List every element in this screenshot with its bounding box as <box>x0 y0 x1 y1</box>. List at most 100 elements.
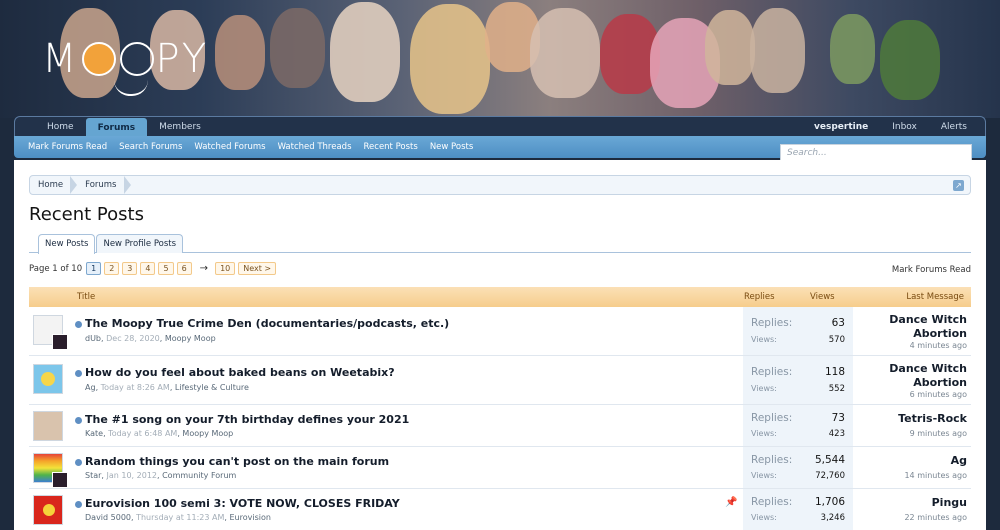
thread-author[interactable]: David 5000 <box>85 513 131 522</box>
watched-threads-link[interactable]: Watched Threads <box>272 142 358 152</box>
thread-forum[interactable]: Community Forum <box>162 471 236 480</box>
column-views[interactable]: Views <box>810 292 836 302</box>
thread-author[interactable]: Kate <box>85 429 103 438</box>
flower-icon <box>43 504 55 516</box>
thread-date: Thursday at 11:23 AM <box>136 513 225 522</box>
thread-title[interactable]: How do you feel about baked beans on Wee… <box>85 366 395 379</box>
avatar[interactable] <box>33 364 63 394</box>
table-row: Random things you can't post on the main… <box>29 447 971 489</box>
thread-title[interactable]: The Moopy True Crime Den (documentaries/… <box>85 317 449 330</box>
tab-forums[interactable]: Forums <box>85 118 148 136</box>
thread-author[interactable]: dUb <box>85 334 101 343</box>
breadcrumb-home[interactable]: Home <box>30 176 78 194</box>
tab-members[interactable]: Members <box>147 117 213 136</box>
watched-forums-link[interactable]: Watched Forums <box>188 142 271 152</box>
thread-stats: Replies: 5,544 Views: 72,760 <box>743 447 853 488</box>
replies-label: Replies: <box>751 496 793 508</box>
search-forums-link[interactable]: Search Forums <box>113 142 188 152</box>
table-header: Title Replies Views Last Message <box>29 287 971 307</box>
thread-date: Today at 8:26 AM <box>100 383 170 392</box>
views-count: 570 <box>828 335 845 345</box>
unread-dot-icon <box>75 370 82 377</box>
banner-photo <box>215 15 265 90</box>
page-link[interactable]: 4 <box>140 262 156 275</box>
mark-forums-read-link[interactable]: Mark Forums Read <box>22 142 113 152</box>
last-post-time[interactable]: 14 minutes ago <box>904 471 967 480</box>
recent-posts-link[interactable]: Recent Posts <box>358 142 424 152</box>
last-post-time[interactable]: 4 minutes ago <box>910 341 967 350</box>
avatar[interactable] <box>33 411 63 441</box>
last-post-time[interactable]: 6 minutes ago <box>910 390 967 399</box>
avatar[interactable] <box>52 472 68 488</box>
thread-forum[interactable]: Moopy Moop <box>165 334 216 343</box>
replies-label: Replies: <box>751 366 793 378</box>
thread-meta: Star, Jan 10, 2012, Community Forum <box>85 471 237 480</box>
page-title: Recent Posts <box>29 204 144 225</box>
views-count: 72,760 <box>815 471 845 481</box>
avatar[interactable] <box>33 453 68 488</box>
thread-stats: Replies: 63 Views: 570 <box>743 307 853 355</box>
thread-title[interactable]: Eurovision 100 semi 3: VOTE NOW, CLOSES … <box>85 497 400 510</box>
thread-stats: Replies: 1,706 Views: 3,246 <box>743 489 853 530</box>
thread-author[interactable]: Ag <box>85 383 96 392</box>
thread-title[interactable]: The #1 song on your 7th birthday defines… <box>85 413 409 426</box>
last-poster[interactable]: Dance Witch Abortion <box>867 313 967 341</box>
table-row: The Moopy True Crime Den (documentaries/… <box>29 307 971 356</box>
last-poster[interactable]: Tetris-Rock <box>867 412 967 426</box>
jump-to-icon[interactable]: ↗ <box>953 179 964 191</box>
main-content: Home Forums ↗ Recent Posts New Posts New… <box>14 160 986 530</box>
site-logo[interactable]: M PY <box>42 36 209 96</box>
views-label: Views: <box>751 471 777 480</box>
last-post-time[interactable]: 22 minutes ago <box>904 513 967 522</box>
last-post-time[interactable]: 9 minutes ago <box>910 429 967 438</box>
banner-photo <box>330 2 400 102</box>
column-last-message[interactable]: Last Message <box>902 292 964 302</box>
account-username[interactable]: vespertine <box>802 117 880 136</box>
next-page-button[interactable]: Next > <box>238 262 277 275</box>
post-type-tabs: New Posts New Profile Posts <box>29 234 971 254</box>
column-title[interactable]: Title <box>77 292 95 302</box>
thread-meta: Ag, Today at 8:26 AM, Lifestyle & Cultur… <box>85 383 249 392</box>
avatar[interactable] <box>33 315 68 350</box>
last-poster[interactable]: Pingu <box>867 496 967 510</box>
banner-photo <box>750 8 805 93</box>
column-replies[interactable]: Replies <box>744 292 810 302</box>
mark-forums-read-button[interactable]: Mark Forums Read <box>892 265 971 275</box>
avatar[interactable] <box>52 334 68 350</box>
avatar[interactable] <box>33 495 63 525</box>
inbox-link[interactable]: Inbox <box>880 117 929 136</box>
thread-stats: Replies: 73 Views: 423 <box>743 405 853 446</box>
page-link[interactable]: 6 <box>176 262 192 275</box>
account-links: vespertine Inbox Alerts <box>802 117 985 136</box>
tab-new-profile-posts[interactable]: New Profile Posts <box>96 234 184 253</box>
breadcrumb-forums[interactable]: Forums <box>77 176 131 194</box>
unread-dot-icon <box>75 321 82 328</box>
replies-label: Replies: <box>751 454 793 466</box>
tab-new-posts[interactable]: New Posts <box>38 234 96 254</box>
header-banner: M PY <box>0 0 1000 118</box>
page-link[interactable]: 10 <box>215 262 236 275</box>
views-count: 552 <box>828 384 845 394</box>
replies-label: Replies: <box>751 412 793 424</box>
thread-title[interactable]: Random things you can't post on the main… <box>85 455 389 468</box>
page-link[interactable]: 1 <box>86 262 102 275</box>
page-link[interactable]: 5 <box>158 262 174 275</box>
replies-count: 118 <box>824 366 845 378</box>
thread-date: Today at 6:48 AM <box>108 429 178 438</box>
replies-count: 1,706 <box>814 496 845 508</box>
tab-home[interactable]: Home <box>35 117 86 136</box>
thread-forum[interactable]: Eurovision <box>229 513 270 522</box>
banner-photo <box>270 8 325 88</box>
views-label: Views: <box>751 384 777 393</box>
replies-count: 73 <box>831 412 845 424</box>
thread-forum[interactable]: Lifestyle & Culture <box>175 383 249 392</box>
new-posts-link[interactable]: New Posts <box>424 142 479 152</box>
sun-icon <box>41 372 55 386</box>
thread-author[interactable]: Star <box>85 471 101 480</box>
last-poster[interactable]: Ag <box>867 454 967 468</box>
page-link[interactable]: 3 <box>122 262 138 275</box>
last-poster[interactable]: Dance Witch Abortion <box>867 362 967 390</box>
thread-forum[interactable]: Moopy Moop <box>182 429 233 438</box>
page-link[interactable]: 2 <box>104 262 120 275</box>
alerts-link[interactable]: Alerts <box>929 117 979 136</box>
